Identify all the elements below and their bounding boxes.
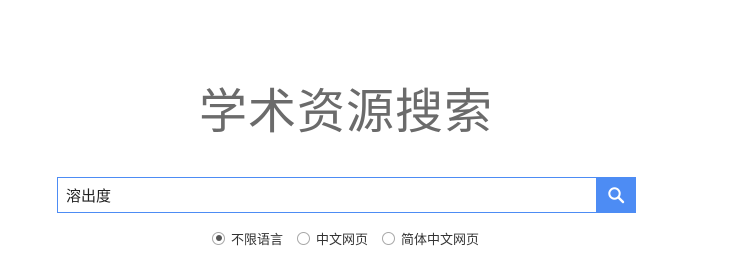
language-option-label: 简体中文网页 [401,232,480,248]
search-icon [608,187,625,204]
language-option-chinese[interactable]: 中文网页 [297,229,368,248]
search-box [57,177,636,213]
language-filter: 不限语言 中文网页 简体中文网页 [212,229,493,248]
radio-simplified-chinese[interactable] [382,231,396,245]
radio-chinese[interactable] [297,231,311,245]
language-option-label: 中文网页 [316,232,369,248]
search-input[interactable] [57,177,596,213]
radio-any[interactable] [212,231,225,245]
search-button[interactable] [596,177,636,213]
page-title: 学术资源搜索 [198,84,493,140]
language-option-simplified-chinese[interactable]: 简体中文网页 [382,229,479,248]
language-option-label: 不限语言 [231,232,284,248]
language-option-any[interactable]: 不限语言 [212,229,283,248]
